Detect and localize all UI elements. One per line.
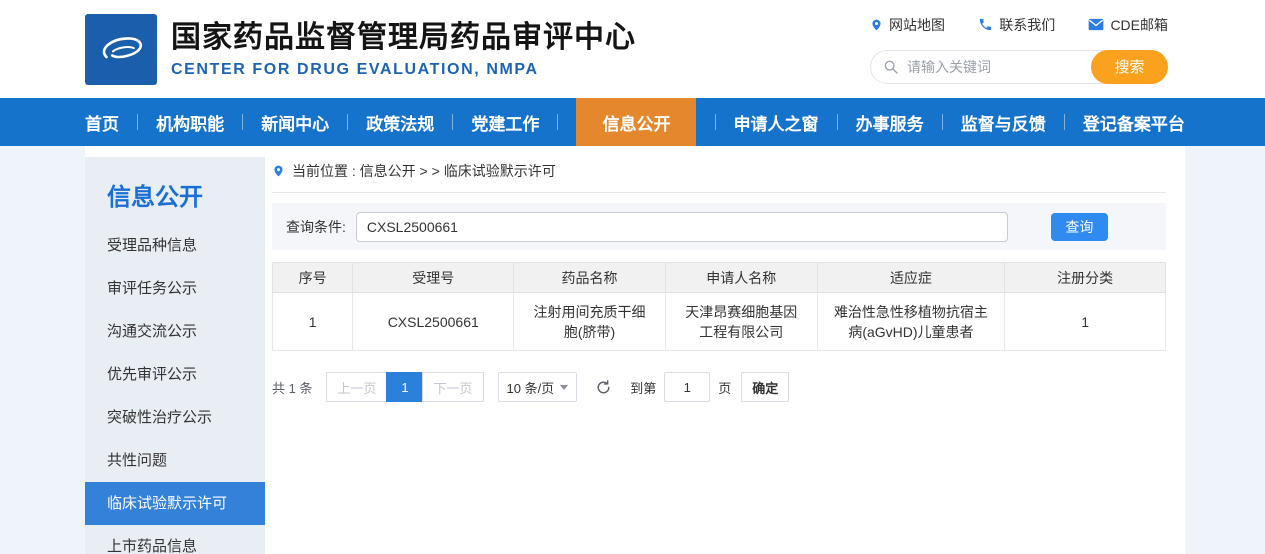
header-right: 网站地图 联系我们 CDE邮箱 [870, 15, 1168, 84]
quick-links: 网站地图 联系我们 CDE邮箱 [870, 15, 1168, 35]
link-mail[interactable]: CDE邮箱 [1088, 15, 1168, 35]
envelope-icon [1088, 18, 1104, 31]
site-title: 国家药品监督管理局药品审评中心 [171, 20, 636, 56]
phone-icon [978, 17, 993, 32]
col-header-applicant: 申请人名称 [665, 263, 817, 293]
query-input[interactable] [356, 212, 1008, 242]
cell-seq: 1 [273, 293, 353, 351]
current-page-button[interactable]: 1 [386, 372, 423, 402]
nav-separator [715, 114, 716, 130]
site-header: 国家药品监督管理局药品审评中心 CENTER FOR DRUG EVALUATI… [0, 0, 1265, 98]
pagination: 共 1 条 上一页 1 下一页 10 条/页 到第 [272, 372, 1166, 402]
link-mail-label: CDE邮箱 [1110, 15, 1168, 35]
cell-registration-class: 1 [1005, 293, 1166, 351]
breadcrumb-text: 当前位置 : 信息公开 > > 临床试验默示许可 [292, 161, 556, 181]
nav-separator [347, 114, 348, 130]
sidebar-item-communication[interactable]: 沟通交流公示 [85, 310, 265, 353]
nav-item-services[interactable]: 办事服务 [856, 98, 924, 146]
query-button[interactable]: 查询 [1051, 213, 1108, 241]
table-header-row: 序号 受理号 药品名称 申请人名称 适应症 注册分类 [273, 263, 1166, 293]
page-body: 信息公开 受理品种信息 审评任务公示 沟通交流公示 优先审评公示 突破性治疗公示… [0, 146, 1265, 554]
location-pin-icon [272, 163, 285, 179]
location-pin-icon [870, 17, 883, 33]
nav-item-policies[interactable]: 政策法规 [366, 98, 434, 146]
col-header-acceptance-no: 受理号 [353, 263, 514, 293]
nav-item-home[interactable]: 首页 [85, 98, 119, 146]
page-size-value: 10 条/页 [507, 378, 555, 397]
sidebar-title: 信息公开 [85, 157, 265, 224]
query-bar: 查询条件: 查询 [272, 203, 1166, 250]
nav-item-news[interactable]: 新闻中心 [261, 98, 329, 146]
cde-logo[interactable] [85, 14, 157, 85]
query-label: 查询条件: [286, 217, 346, 237]
nav-separator [557, 114, 558, 130]
sidebar-item-review-tasks[interactable]: 审评任务公示 [85, 267, 265, 310]
brand-text: 国家药品监督管理局药品审评中心 CENTER FOR DRUG EVALUATI… [171, 20, 636, 79]
sidebar-item-clinical-trial-implied-license[interactable]: 临床试验默示许可 [85, 482, 265, 525]
cell-drug-name: 注射用间充质干细胞(脐带) [514, 293, 666, 351]
nav-item-party[interactable]: 党建工作 [471, 98, 539, 146]
cell-applicant: 天津昂赛细胞基因工程有限公司 [665, 293, 817, 351]
cde-swoosh-icon [92, 20, 150, 78]
results-table: 序号 受理号 药品名称 申请人名称 适应症 注册分类 1 CXSL2500661… [272, 262, 1166, 351]
sidebar-item-breakthrough-therapy[interactable]: 突破性治疗公示 [85, 396, 265, 439]
col-header-registration-class: 注册分类 [1005, 263, 1166, 293]
link-sitemap[interactable]: 网站地图 [870, 15, 945, 35]
sidebar-item-marketed-drugs[interactable]: 上市药品信息 [85, 525, 265, 554]
sidebar-item-accepted-varieties[interactable]: 受理品种信息 [85, 224, 265, 267]
link-contact[interactable]: 联系我们 [978, 15, 1055, 35]
nav-separator [452, 114, 453, 130]
goto-page-label: 到第 [630, 378, 656, 397]
nav-separator [942, 114, 943, 130]
nav-item-info-disclosure[interactable]: 信息公开 [576, 98, 696, 146]
refresh-icon [595, 379, 612, 396]
col-header-drug-name: 药品名称 [514, 263, 666, 293]
cell-acceptance-no: CXSL2500661 [353, 293, 514, 351]
refresh-button[interactable] [595, 379, 612, 396]
cde-site-page: { "header": { "title": "国家药品监督管理局药品审评中心"… [0, 0, 1265, 554]
next-page-button[interactable]: 下一页 [422, 372, 483, 402]
breadcrumb: 当前位置 : 信息公开 > > 临床试验默示许可 [272, 161, 1166, 193]
goto-page-unit: 页 [718, 378, 731, 397]
col-header-indication: 适应症 [817, 263, 1005, 293]
main-nav: 首页 机构职能 新闻中心 政策法规 党建工作 信息公开 申请人之窗 办事服务 监… [0, 98, 1265, 146]
pager-group: 上一页 1 下一页 [326, 372, 483, 402]
nav-separator [1064, 114, 1065, 130]
main-content: 当前位置 : 信息公开 > > 临床试验默示许可 查询条件: 查询 序号 受理号… [265, 146, 1185, 554]
col-header-seq: 序号 [273, 263, 353, 293]
table-row: 1 CXSL2500661 注射用间充质干细胞(脐带) 天津昂赛细胞基因工程有限… [273, 293, 1166, 351]
chevron-down-icon [560, 385, 568, 390]
brand: 国家药品监督管理局药品审评中心 CENTER FOR DRUG EVALUATI… [85, 14, 636, 85]
link-contact-label: 联系我们 [999, 15, 1055, 35]
link-sitemap-label: 网站地图 [889, 15, 945, 35]
site-search-input[interactable] [907, 59, 1077, 75]
nav-item-functions[interactable]: 机构职能 [156, 98, 224, 146]
sidebar: 信息公开 受理品种信息 审评任务公示 沟通交流公示 优先审评公示 突破性治疗公示… [85, 157, 265, 554]
nav-separator [242, 114, 243, 130]
sidebar-item-common-issues[interactable]: 共性问题 [85, 439, 265, 482]
nav-item-applicant-window[interactable]: 申请人之窗 [734, 98, 819, 146]
pagination-total: 共 1 条 [272, 378, 312, 397]
search-icon [883, 59, 899, 75]
site-subtitle: CENTER FOR DRUG EVALUATION, NMPA [171, 61, 636, 79]
site-search: 搜索 [870, 50, 1168, 84]
nav-item-supervision[interactable]: 监督与反馈 [961, 98, 1046, 146]
goto-confirm-button[interactable]: 确定 [741, 372, 789, 402]
sidebar-item-priority-review[interactable]: 优先审评公示 [85, 353, 265, 396]
nav-separator [137, 114, 138, 130]
prev-page-button[interactable]: 上一页 [326, 372, 387, 402]
site-search-button[interactable]: 搜索 [1091, 50, 1168, 84]
content-container: 信息公开 受理品种信息 审评任务公示 沟通交流公示 优先审评公示 突破性治疗公示… [85, 146, 1185, 554]
nav-item-registration-platform[interactable]: 登记备案平台 [1083, 98, 1185, 146]
cell-indication: 难治性急性移植物抗宿主病(aGvHD)儿童患者 [817, 293, 1005, 351]
nav-separator [837, 114, 838, 130]
goto-page-input[interactable] [664, 372, 710, 402]
page-size-select[interactable]: 10 条/页 [498, 372, 578, 402]
